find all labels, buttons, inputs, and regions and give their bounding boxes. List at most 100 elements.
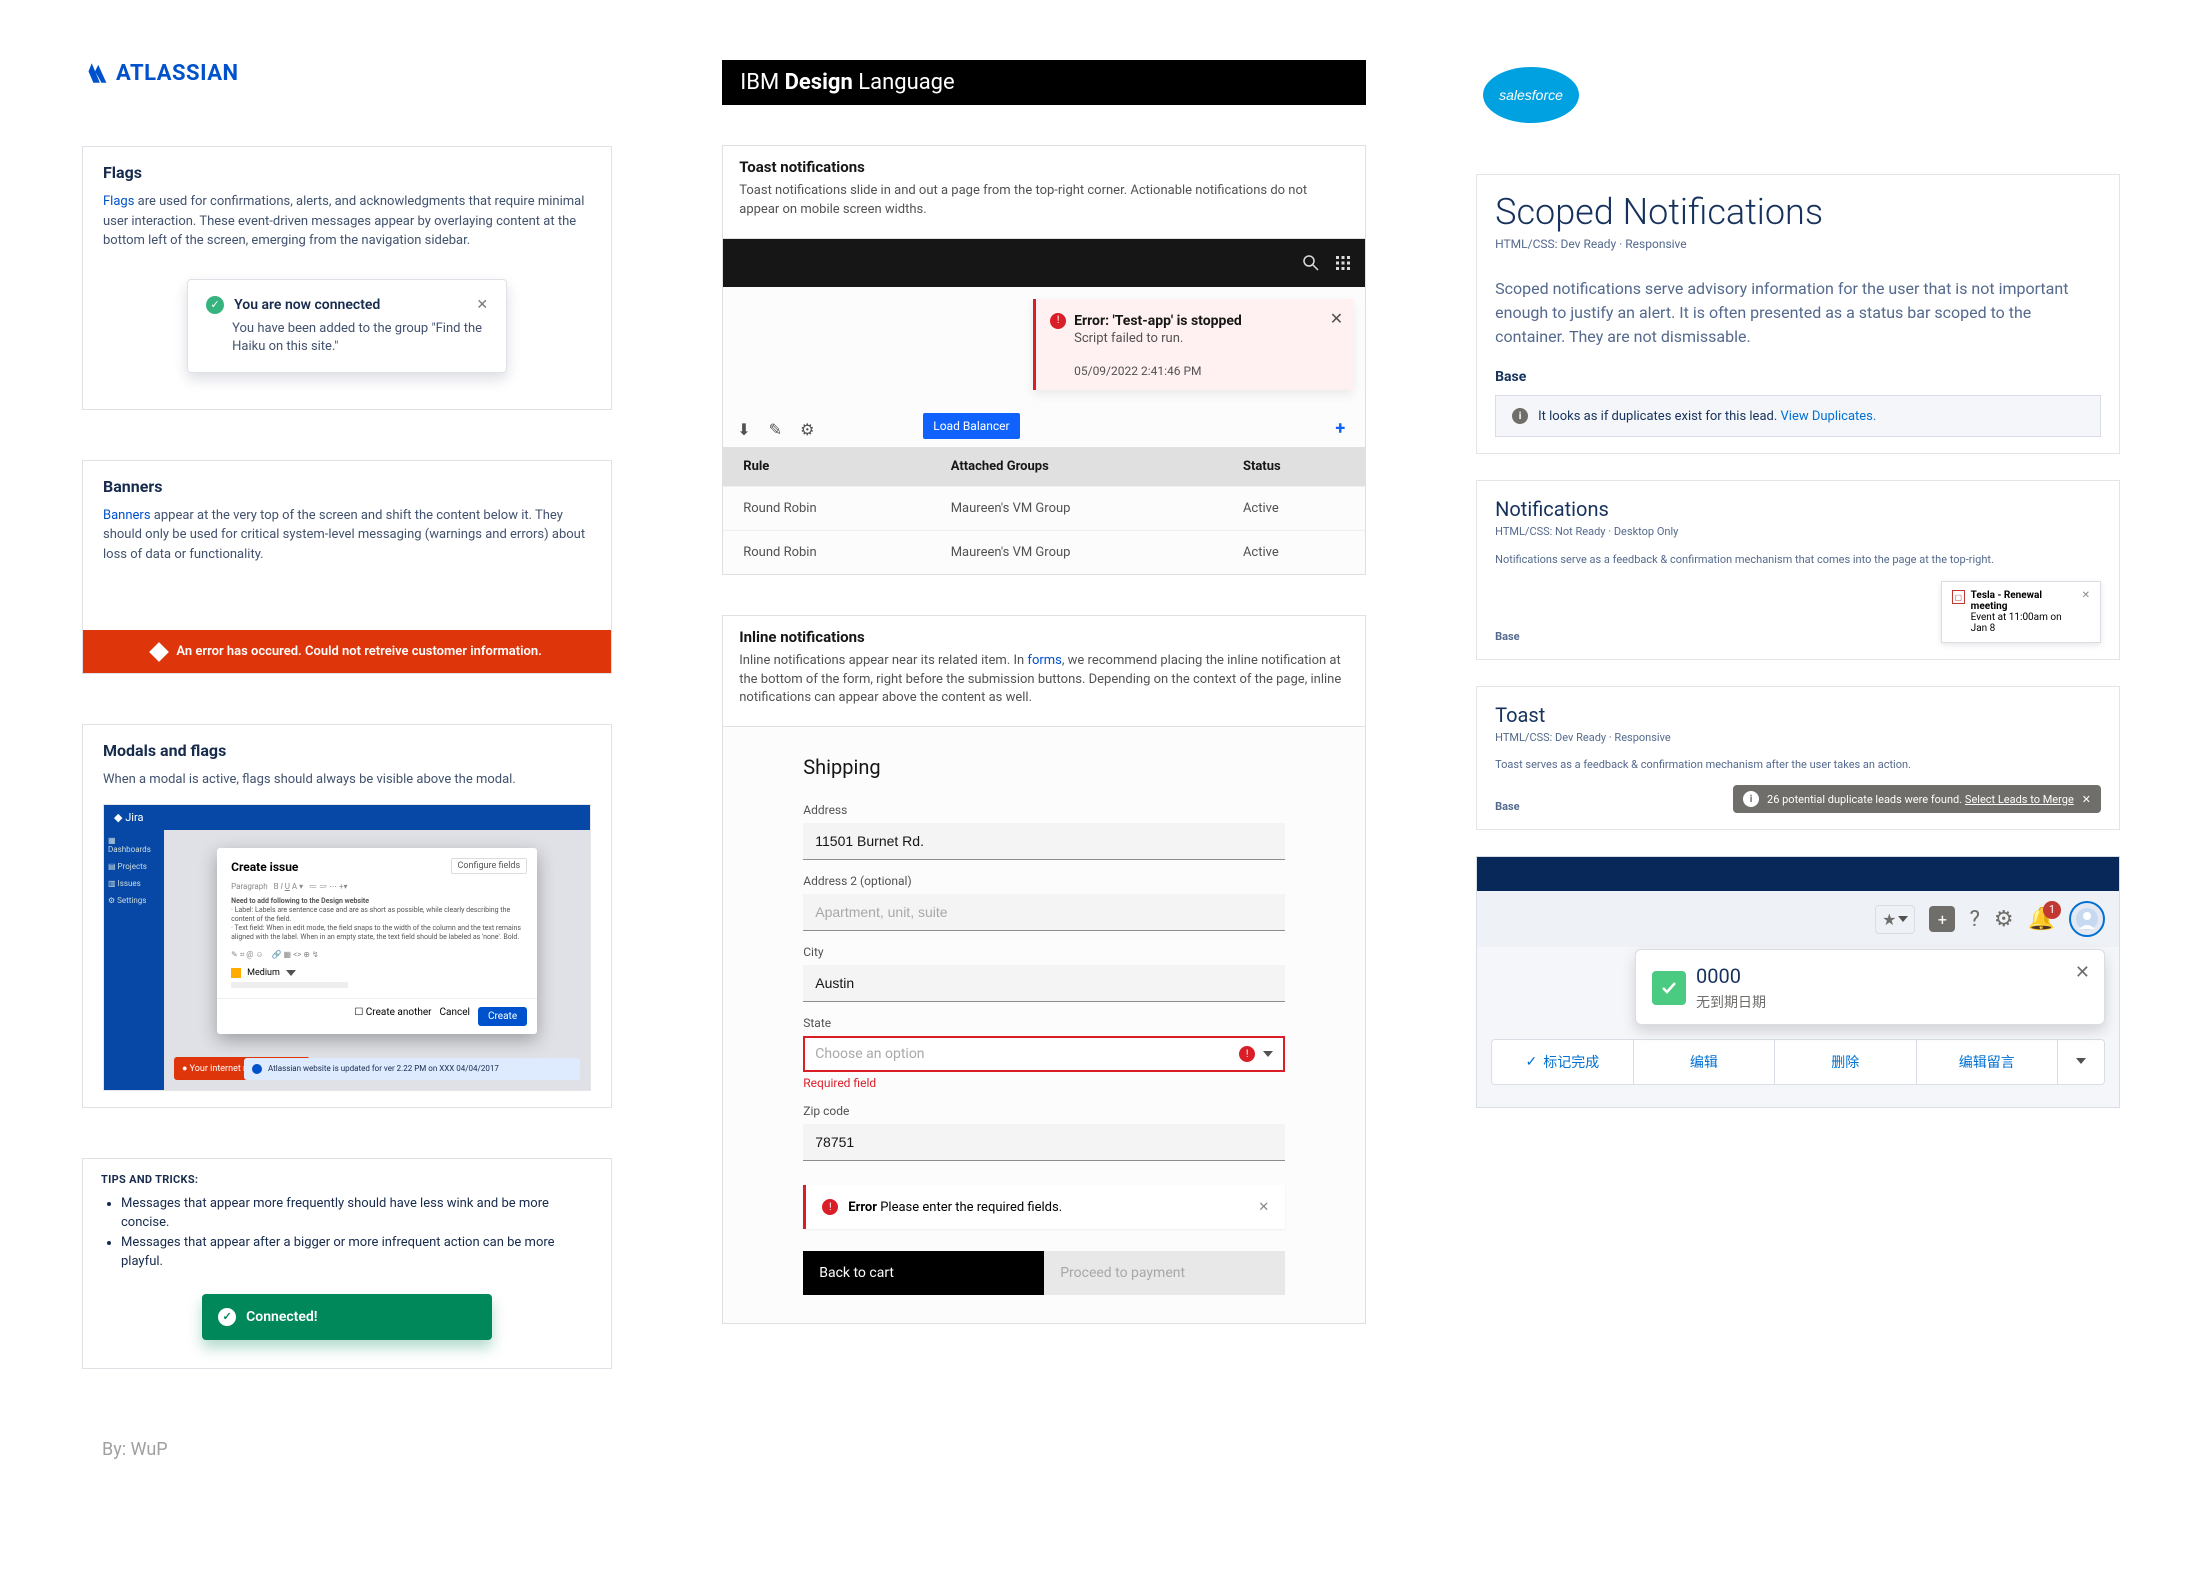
inline-description: Inline notifications appear near its rel… <box>739 652 1349 709</box>
address-input[interactable] <box>803 823 1285 860</box>
close-icon[interactable]: ✕ <box>476 297 488 313</box>
configure-fields-button[interactable]: Configure fields <box>451 858 528 874</box>
edit-icon[interactable]: ✎ <box>769 420 782 439</box>
scoped-description: Scoped notifications serve advisory info… <box>1495 277 2101 349</box>
zip-input[interactable] <box>803 1124 1285 1161</box>
base-label: Base <box>1495 369 2101 385</box>
state-select[interactable]: Choose an option ! <box>803 1036 1285 1072</box>
tip-item: Messages that appear more frequently sho… <box>121 1194 593 1233</box>
connected-toast: ✓ Connected! <box>202 1294 492 1340</box>
apps-icon[interactable] <box>1333 253 1353 273</box>
notifications-description: Notifications serve as a feedback & conf… <box>1495 552 2101 567</box>
popup-title: 0000 <box>1696 964 1766 988</box>
tips-section: TIPS AND TRICKS: Messages that appear mo… <box>82 1158 612 1369</box>
forms-link[interactable]: forms <box>1027 653 1061 668</box>
section-heading: Inline notifications <box>739 628 1349 646</box>
add-button[interactable]: + <box>1929 906 1955 932</box>
table-row[interactable]: Round RobinMaureen's VM GroupActive <box>723 486 1365 530</box>
gear-icon[interactable]: ⚙ <box>800 420 814 439</box>
alert-icon <box>150 642 170 662</box>
section-heading: Modals and flags <box>103 741 591 760</box>
info-icon: i <box>1512 408 1528 424</box>
section-sub: HTML/CSS: Dev Ready · Responsive <box>1495 731 2101 744</box>
section-heading: Banners <box>103 477 591 496</box>
flags-link[interactable]: Flags <box>103 194 134 209</box>
more-actions-button[interactable] <box>2058 1040 2104 1084</box>
banners-link[interactable]: Banners <box>103 508 151 523</box>
create-issue-modal: Create issue Configure fields Paragraph … <box>217 848 537 1034</box>
create-another-checkbox[interactable]: ☐ Create another <box>354 1007 431 1026</box>
edit-button[interactable]: 编辑 <box>1634 1040 1775 1084</box>
toolbar-icons: ⬇ ✎ ⚙ <box>737 420 814 439</box>
flags-description: Flags are used for confirmations, alerts… <box>103 192 591 251</box>
zip-label: Zip code <box>803 1104 1285 1118</box>
delete-button[interactable]: 删除 <box>1775 1040 1916 1084</box>
popup-sub: 无到期日期 <box>1696 992 1766 1012</box>
sf-toast-section: Toast HTML/CSS: Dev Ready · Responsive T… <box>1476 686 2120 830</box>
city-input[interactable] <box>803 965 1285 1002</box>
address2-label: Address 2 (optional) <box>803 874 1285 888</box>
view-duplicates-link[interactable]: View Duplicates. <box>1781 409 1877 424</box>
toast-title: Error: 'Test-app' is stopped <box>1074 313 1242 329</box>
atlassian-banners-section: Banners Banners appear at the very top o… <box>82 460 612 675</box>
add-button[interactable]: + <box>1335 418 1345 439</box>
banner-text: An error has occured. Could not retreive… <box>176 644 541 659</box>
section-sub: HTML/CSS: Not Ready · Desktop Only <box>1495 525 2101 538</box>
required-text: Required field <box>803 1076 1285 1090</box>
favorite-button[interactable]: ★ <box>1875 905 1915 934</box>
sf-scoped-section: Scoped Notifications HTML/CSS: Dev Ready… <box>1476 174 2120 454</box>
merge-link[interactable]: Select Leads to Merge <box>1965 793 2074 806</box>
search-icon[interactable] <box>1301 253 1321 273</box>
byline: By: WuP <box>102 1439 612 1460</box>
load-balancer-button[interactable]: Load Balancer <box>923 413 1019 439</box>
banners-description: Banners appear at the very top of the sc… <box>103 506 591 565</box>
table-header: Rule <box>723 447 930 487</box>
close-icon[interactable]: ✕ <box>1330 309 1343 328</box>
tips-heading: TIPS AND TRICKS: <box>101 1173 593 1186</box>
atlassian-modals-section: Modals and flags When a modal is active,… <box>82 724 612 1108</box>
help-icon[interactable]: ? <box>1969 907 1979 932</box>
avatar[interactable] <box>2069 901 2105 937</box>
back-button[interactable]: Back to cart <box>803 1251 1044 1295</box>
create-button[interactable]: Create <box>478 1007 527 1026</box>
salesforce-logo: salesforce <box>1476 60 2120 134</box>
ibm-logo: IBM Design Language <box>722 60 1366 105</box>
jira-screenshot: ◆ Jira ▦ Dashboards▤ Projects▥ Issues⚙ S… <box>103 804 591 1091</box>
ibm-inline-section: Inline notifications Inline notification… <box>722 615 1366 1325</box>
atlassian-logo: ATLASSIAN <box>82 60 612 86</box>
chevron-down-icon <box>1263 1051 1273 1057</box>
edit-comment-button[interactable]: 编辑留言 <box>1917 1040 2058 1084</box>
event-icon: ▢ <box>1952 590 1965 604</box>
gear-icon[interactable]: ⚙ <box>1994 907 2014 932</box>
app-toolbar: ★ + ? ⚙ 🔔 1 ✕ 0000 无到期日期 <box>1477 891 2119 947</box>
close-icon[interactable]: ✕ <box>2075 962 2090 983</box>
city-label: City <box>803 945 1285 959</box>
sf-task-app: ★ + ? ⚙ 🔔 1 ✕ 0000 无到期日期 <box>1476 856 2120 1108</box>
task-popup: ✕ 0000 无到期日期 <box>1635 949 2105 1025</box>
toast-description: Toast notifications slide in and out a p… <box>739 182 1349 220</box>
mark-complete-button[interactable]: ✓标记完成 <box>1492 1040 1633 1084</box>
close-icon[interactable]: ✕ <box>1258 1200 1269 1215</box>
modals-description: When a modal is active, flags should alw… <box>103 770 591 790</box>
table-row[interactable]: Round RobinMaureen's VM GroupActive <box>723 530 1365 574</box>
flag-example: ✓ You are now connected ✕ You have been … <box>187 279 507 373</box>
table-header: Attached Groups <box>931 447 1223 487</box>
base-label: Base <box>1495 800 1520 813</box>
address2-input[interactable] <box>803 894 1285 931</box>
proceed-button[interactable]: Proceed to payment <box>1044 1251 1285 1295</box>
notification-tile[interactable]: ▢ Tesla - Renewal meeting Event at 11:00… <box>1941 581 2101 643</box>
download-icon[interactable]: ⬇ <box>737 420 750 439</box>
error-toast: ! Error: 'Test-app' is stopped Script fa… <box>1033 299 1353 390</box>
check-icon: ✓ <box>218 1308 236 1326</box>
tip-item: Messages that appear after a bigger or m… <box>121 1233 593 1272</box>
notifications-bell[interactable]: 🔔 1 <box>2028 907 2055 932</box>
atlassian-logo-icon <box>82 60 108 86</box>
avatar-icon <box>2075 907 2099 931</box>
atlassian-flags-section: Flags Flags are used for confirmations, … <box>82 146 612 410</box>
close-icon[interactable]: ✕ <box>2082 793 2091 806</box>
info-icon: i <box>1743 791 1759 807</box>
address-label: Address <box>803 803 1285 817</box>
close-icon[interactable]: ✕ <box>2082 590 2090 634</box>
info-flag: Atlassian website is updated for ver 2.2… <box>244 1058 580 1080</box>
cancel-button[interactable]: Cancel <box>440 1007 470 1026</box>
